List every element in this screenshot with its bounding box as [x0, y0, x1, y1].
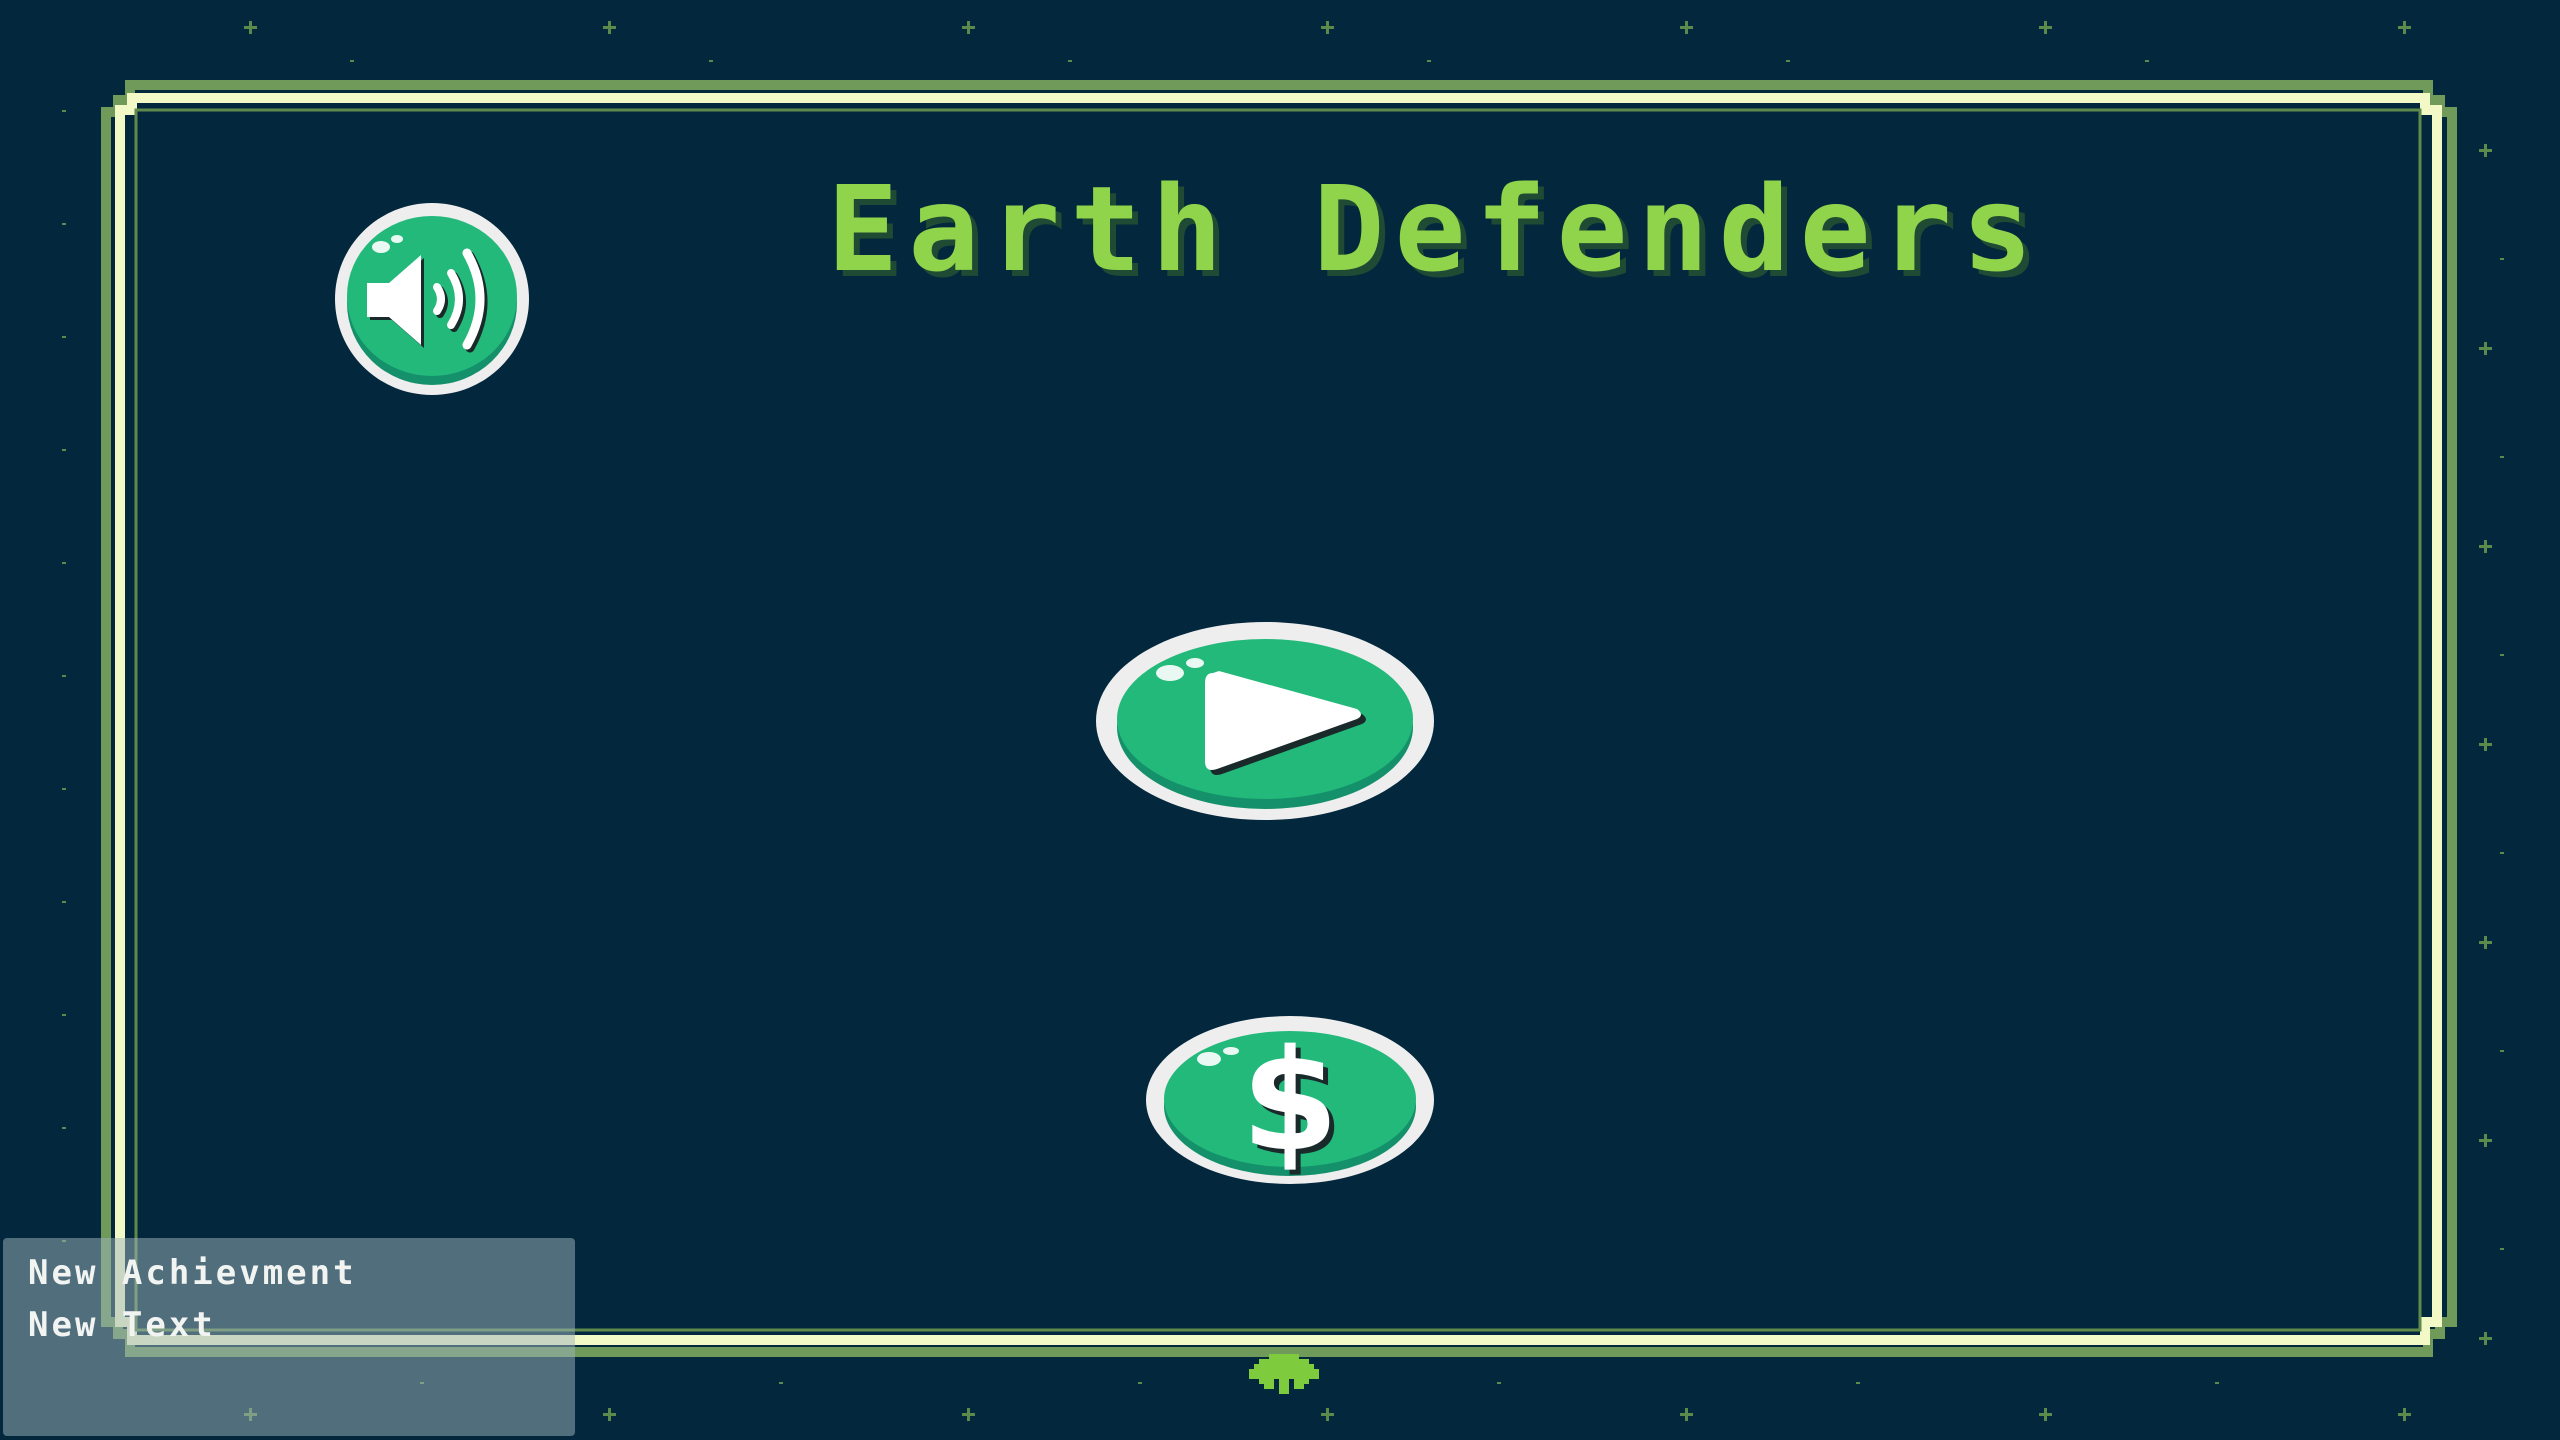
shop-button[interactable]: $ $: [1145, 1015, 1435, 1185]
space-invader-icon: [1249, 1354, 1319, 1394]
play-triangle-icon: [1096, 622, 1434, 820]
speaker-volume-icon: [335, 203, 529, 395]
game-title: Earth Defenders: [827, 160, 2043, 298]
achievement-text: New Text: [28, 1305, 216, 1345]
dollar-symbol: $: [1241, 1020, 1338, 1183]
game-screen: Earth Defenders $ $ New Achievment New T…: [0, 0, 2560, 1440]
achievement-title: New Achievment: [28, 1253, 357, 1293]
dollar-sign-icon: $ $: [1146, 1016, 1434, 1185]
sound-toggle-button[interactable]: [333, 201, 531, 397]
play-button[interactable]: [1095, 621, 1435, 821]
